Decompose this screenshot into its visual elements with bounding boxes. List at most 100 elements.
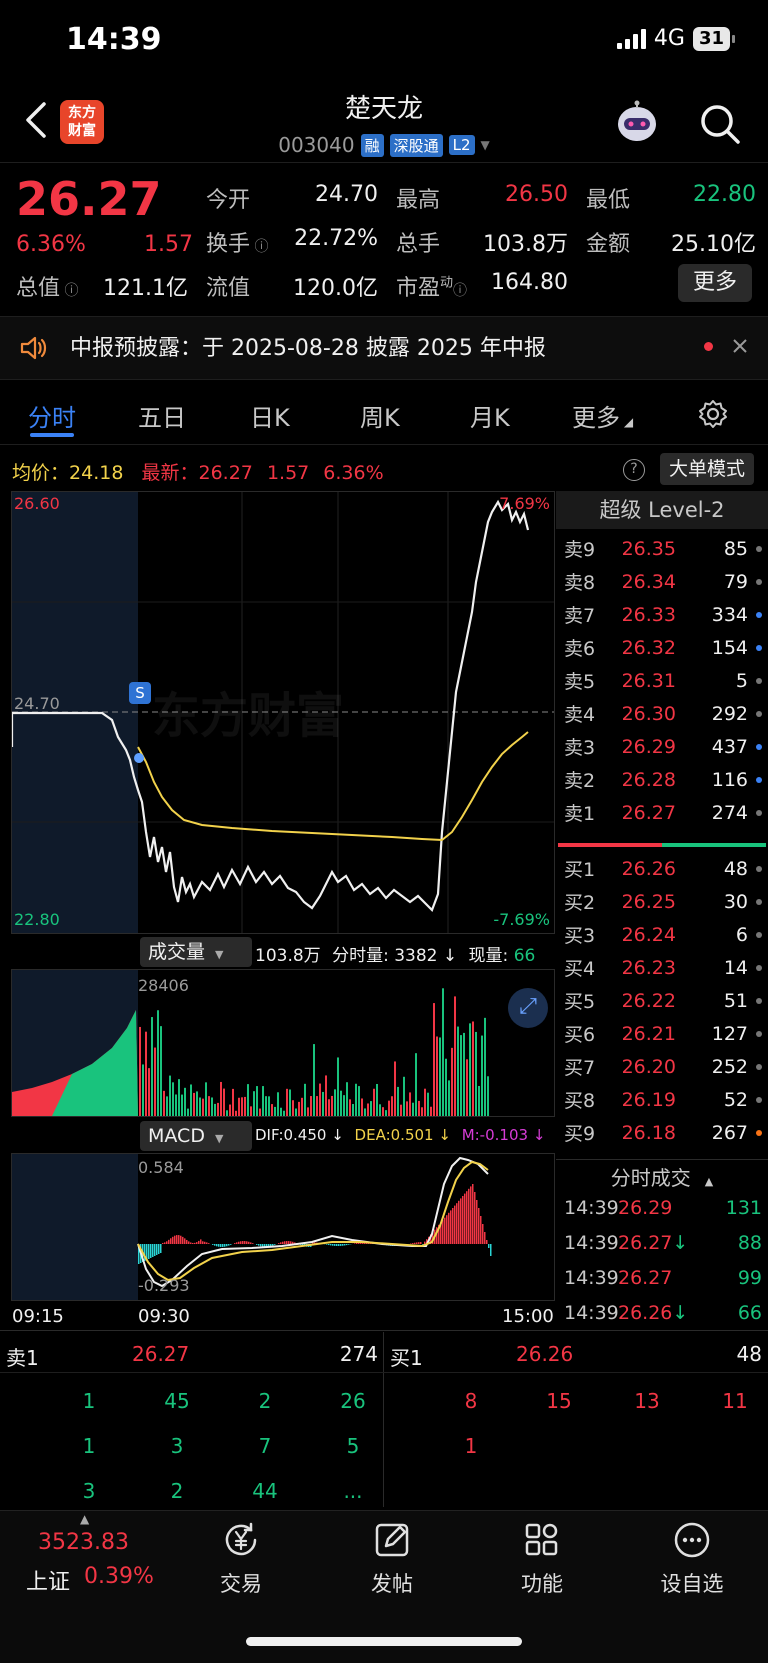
macd-bar: [418, 1242, 420, 1244]
tick-price: 26.26↓: [618, 1301, 689, 1324]
bids-row[interactable]: 买4 26.23 14: [556, 951, 768, 984]
macd-bar: [442, 1220, 444, 1244]
bids-row[interactable]: 买3 26.24 6: [556, 918, 768, 951]
asks-volume: 274: [711, 801, 748, 824]
asks-row[interactable]: 卖8 26.34 79: [556, 565, 768, 598]
volume-chart[interactable]: 28406 ⤢: [11, 969, 555, 1117]
tick-time: 14:39: [564, 1301, 619, 1324]
asks-label: 卖2: [564, 770, 596, 792]
index-pct[interactable]: 0.39%: [84, 1564, 154, 1589]
tab-monthly-k[interactable]: 月K: [470, 398, 510, 433]
macd-bar: [444, 1217, 446, 1244]
tab-more[interactable]: 更多 ◢: [572, 398, 633, 433]
macd-bar: [172, 1236, 174, 1244]
bids-row[interactable]: 买6 26.21 127: [556, 1017, 768, 1050]
nav-trade[interactable]: 交易: [181, 1518, 301, 1598]
asks-price: 26.31: [621, 669, 676, 692]
level2-title[interactable]: 超级 Level-2: [556, 491, 768, 529]
asks-row[interactable]: 卖9 26.35 85: [556, 532, 768, 565]
macd-bar: [206, 1242, 208, 1244]
asks-row[interactable]: 卖4 26.30 292: [556, 697, 768, 730]
volume-bar: [151, 1017, 153, 1116]
tab-weekly-k[interactable]: 周K: [360, 398, 400, 433]
volume-bar: [475, 1031, 477, 1116]
macd-bar: [216, 1244, 218, 1247]
volume-bar: [442, 988, 444, 1116]
search-icon[interactable]: [698, 102, 742, 146]
macd-bar: [484, 1232, 486, 1244]
volume-bar: [427, 1092, 429, 1116]
asks-volume: 334: [711, 603, 748, 626]
macd-bar: [280, 1242, 282, 1244]
queue-ask-cell: 3: [82, 1479, 96, 1503]
queue-ask-cell: 7: [258, 1434, 272, 1458]
tick-volume: 99: [737, 1266, 762, 1289]
help-icon[interactable]: ?: [623, 459, 645, 481]
more-button[interactable]: 更多: [678, 264, 752, 302]
volume-bar: [142, 1064, 144, 1116]
bids-row[interactable]: 买7 26.20 252: [556, 1050, 768, 1083]
volume-bar: [433, 1003, 435, 1116]
bids-row[interactable]: 买2 26.25 30: [556, 885, 768, 918]
macd-bar: [238, 1241, 240, 1244]
macd-chart[interactable]: 0.584 -0.293: [11, 1153, 555, 1301]
volume-bar: [274, 1106, 276, 1116]
tick-row: 14:39 26.27↓ 88: [556, 1225, 768, 1260]
bids-row[interactable]: 买8 26.19 52: [556, 1083, 768, 1116]
index-value[interactable]: 3523.83: [38, 1530, 129, 1555]
tab-intraday[interactable]: 分时: [28, 398, 76, 433]
pe-label[interactable]: 市盈动ⓘ: [396, 270, 467, 302]
tab-5day[interactable]: 五日: [138, 398, 186, 433]
edit-icon: [375, 1523, 409, 1557]
ticks-title[interactable]: 分时成交 ▲: [556, 1162, 768, 1191]
volume-bar: [292, 1100, 294, 1116]
order-dot-icon: [756, 898, 762, 905]
big-order-mode-button[interactable]: 大单模式: [660, 453, 754, 485]
macd-bar: [194, 1242, 196, 1244]
asks-row[interactable]: 卖1 26.27 274: [556, 796, 768, 829]
index-name[interactable]: 上证: [26, 1564, 70, 1596]
nav-add-watchlist[interactable]: 设自选: [632, 1518, 752, 1598]
order-dot-icon: [756, 578, 762, 585]
macd-selector[interactable]: MACD ▼: [140, 1121, 252, 1151]
volume-bar: [325, 1075, 327, 1116]
nav-post[interactable]: 发帖: [332, 1518, 452, 1598]
dropdown-icon[interactable]: ▼: [481, 138, 490, 152]
intraday-chart[interactable]: 东方财富 26.60 22.80 7.69% -7.69% 24.70 S: [11, 491, 555, 934]
asks-label: 卖9: [564, 539, 596, 561]
trade-marker-s[interactable]: S: [129, 682, 151, 704]
asks-row[interactable]: 卖7 26.33 334: [556, 598, 768, 631]
asks-row[interactable]: 卖2 26.28 116: [556, 763, 768, 796]
nav-functions[interactable]: 功能: [482, 1518, 602, 1598]
volume-bar: [346, 1082, 348, 1116]
asks-row[interactable]: 卖5 26.31 5: [556, 664, 768, 697]
bids-price: 26.20: [621, 1055, 676, 1078]
settings-gear-icon[interactable]: [697, 398, 729, 430]
tab-daily-k[interactable]: 日K: [250, 398, 290, 433]
unread-dot: [704, 342, 713, 351]
asks-price: 26.34: [621, 570, 676, 593]
macd-bar: [248, 1241, 250, 1244]
asks-row[interactable]: 卖6 26.32 154: [556, 631, 768, 664]
macd-bar: [348, 1244, 350, 1245]
expand-icon[interactable]: ⤢: [508, 988, 548, 1028]
bids-row[interactable]: 买5 26.22 51: [556, 984, 768, 1017]
mktcap-label[interactable]: 总值 ⓘ: [16, 270, 78, 302]
bids-row[interactable]: 买1 26.26 48: [556, 852, 768, 885]
assistant-robot-icon[interactable]: [612, 98, 662, 148]
macd-bar: [354, 1243, 356, 1244]
macd-bar: [448, 1212, 450, 1244]
dif-line: [137, 1156, 489, 1288]
turnover-label[interactable]: 换手 ⓘ: [206, 226, 268, 258]
bids-row[interactable]: 买9 26.18 267: [556, 1116, 768, 1149]
volume-bar: [190, 1084, 192, 1116]
volume-selector[interactable]: 成交量 ▼: [140, 937, 252, 967]
volume-bar: [448, 1080, 450, 1116]
macd-bar: [464, 1193, 466, 1244]
macd-bar: [242, 1241, 244, 1244]
bids-label: 买6: [564, 1024, 596, 1046]
macd-bar: [182, 1236, 184, 1244]
close-icon[interactable]: [733, 339, 747, 353]
asks-row[interactable]: 卖3 26.29 437: [556, 730, 768, 763]
volume-bar: [298, 1101, 300, 1116]
